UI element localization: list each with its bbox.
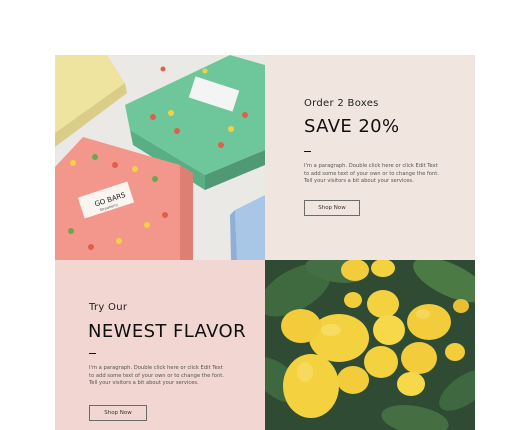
page: GO BARS Strawberry Order 2 Boxes SAVE 20… [0, 0, 530, 430]
product-boxes-image: GO BARS Strawberry [55, 55, 265, 260]
flavor-kicker: Try Our [89, 302, 128, 313]
promo-headline: SAVE 20% [304, 116, 400, 137]
shop-now-button-flavor[interactable]: Shop Now [89, 405, 147, 421]
promo-divider [304, 151, 311, 152]
shop-now-button[interactable]: Shop Now [304, 200, 360, 216]
promo-kicker: Order 2 Boxes [304, 98, 379, 109]
flavor-paragraph: I'm a paragraph. Double click here or cl… [89, 365, 224, 387]
promo-panel: Order 2 Boxes SAVE 20% I'm a paragraph. … [265, 55, 475, 260]
boxes-illustration: GO BARS Strawberry [55, 55, 265, 260]
lemons-image [265, 260, 475, 430]
newest-flavor-panel: Try Our NEWEST FLAVOR I'm a paragraph. D… [55, 260, 265, 430]
flavor-divider [89, 353, 96, 354]
promo-paragraph: I'm a paragraph. Double click here or cl… [304, 163, 439, 185]
lemons-illustration [265, 260, 475, 430]
flavor-headline: NEWEST FLAVOR [88, 321, 246, 342]
